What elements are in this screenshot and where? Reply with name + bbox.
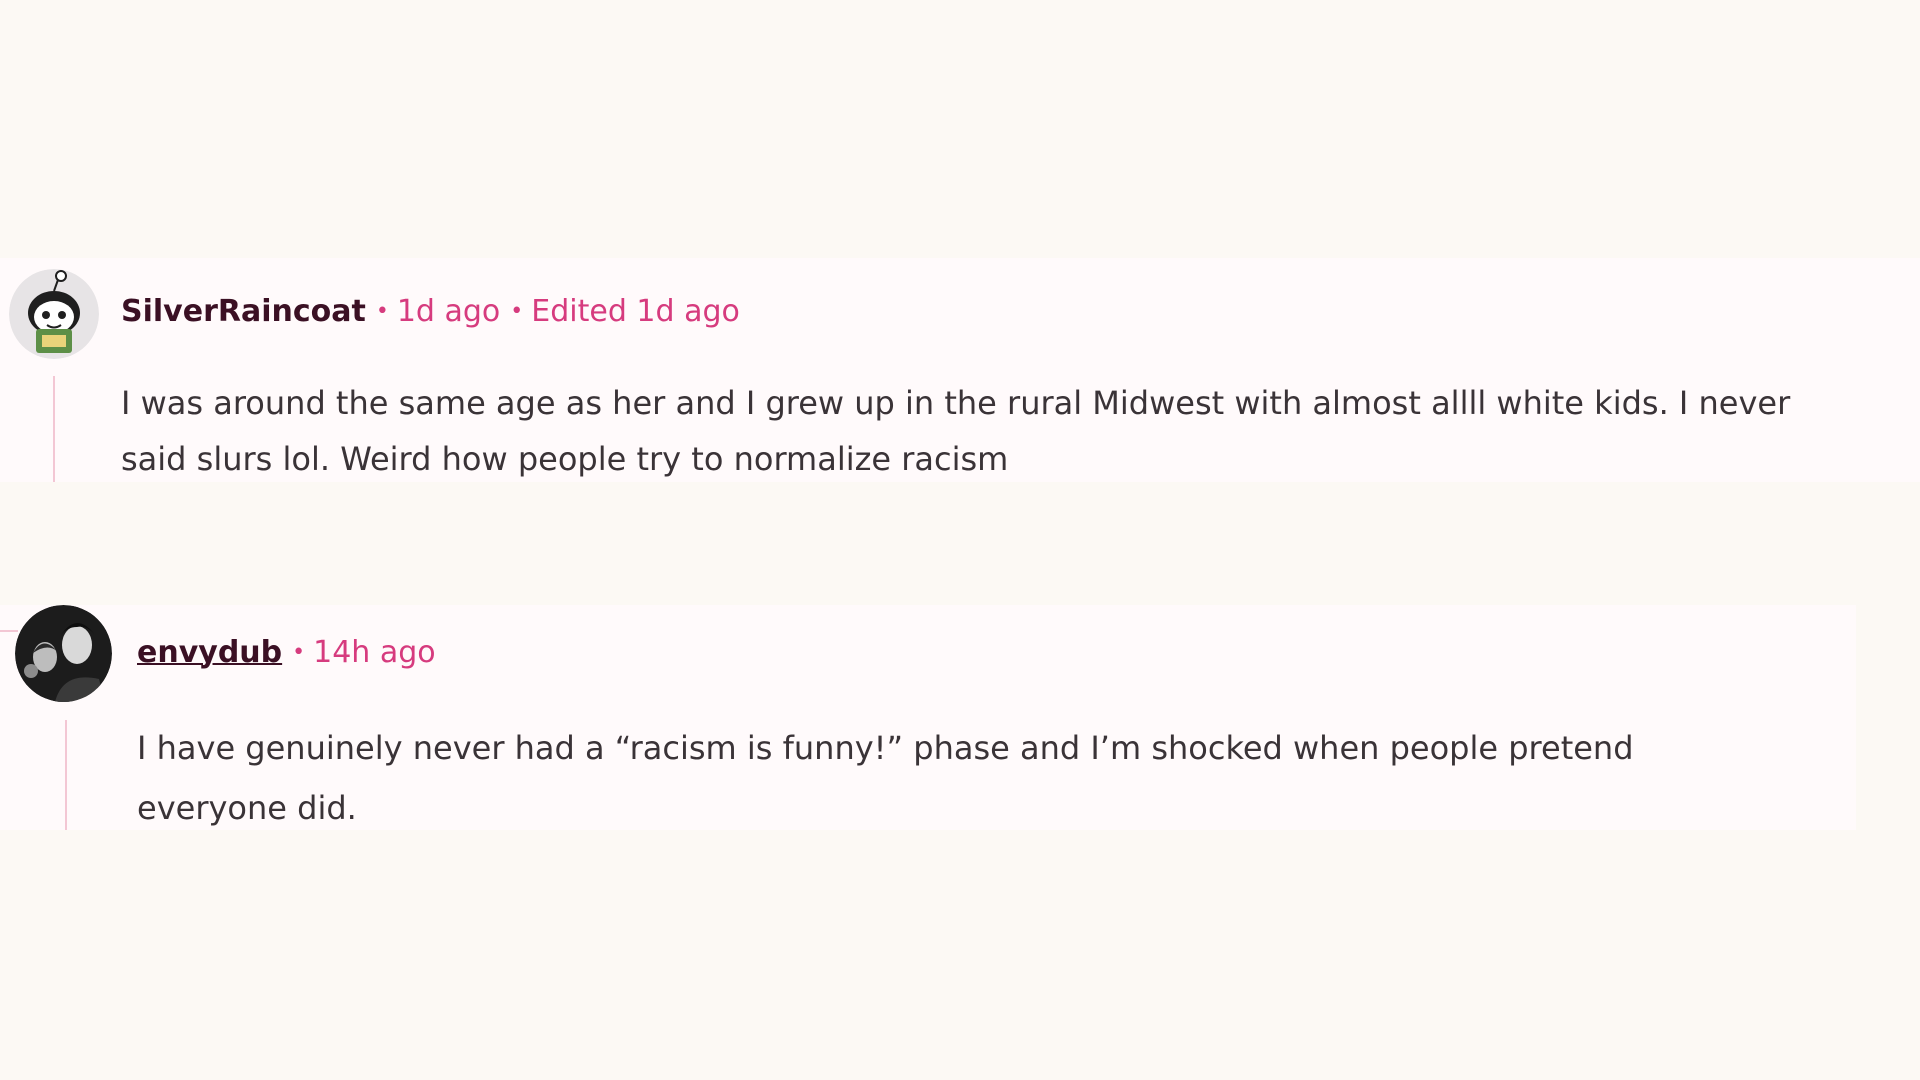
comment-body-line: I have genuinely never had a “racism is … [137,729,1634,767]
comment: envydub • 14h ago I have genuinely never h… [0,605,1856,830]
avatar[interactable] [9,269,99,359]
comment-meta: envydub • 14h ago [137,633,436,673]
thread-line[interactable] [53,376,55,482]
timestamp[interactable]: 14h ago [313,635,436,670]
edited-timestamp: Edited 1d ago [531,294,740,329]
comment-body-line: everyone did. [137,789,357,827]
comment-meta: SilverRaincoat • 1d ago • Edited 1d ago [121,292,740,332]
separator-dot: • [292,640,306,665]
avatar[interactable] [15,605,112,702]
timestamp[interactable]: 1d ago [397,294,500,329]
comment-body-line: I was around the same age as her and I g… [121,384,1791,422]
photo-avatar-icon [15,605,112,702]
separator-dot: • [510,299,524,324]
comment-body-line: said slurs lol. Weird how people try to … [121,440,1009,478]
username-link[interactable]: SilverRaincoat [121,294,366,329]
comment-body: I was around the same age as her and I g… [121,375,1920,487]
thread-connector [0,630,18,632]
thread-line[interactable] [65,720,67,830]
snoo-avatar-icon [9,269,99,359]
separator-dot: • [375,299,389,324]
comment: SilverRaincoat • 1d ago • Edited 1d ago I wa… [0,258,1920,482]
username-link[interactable]: envydub [137,635,282,670]
comment-body: I have genuinely never had a “racism is … [137,718,1847,838]
